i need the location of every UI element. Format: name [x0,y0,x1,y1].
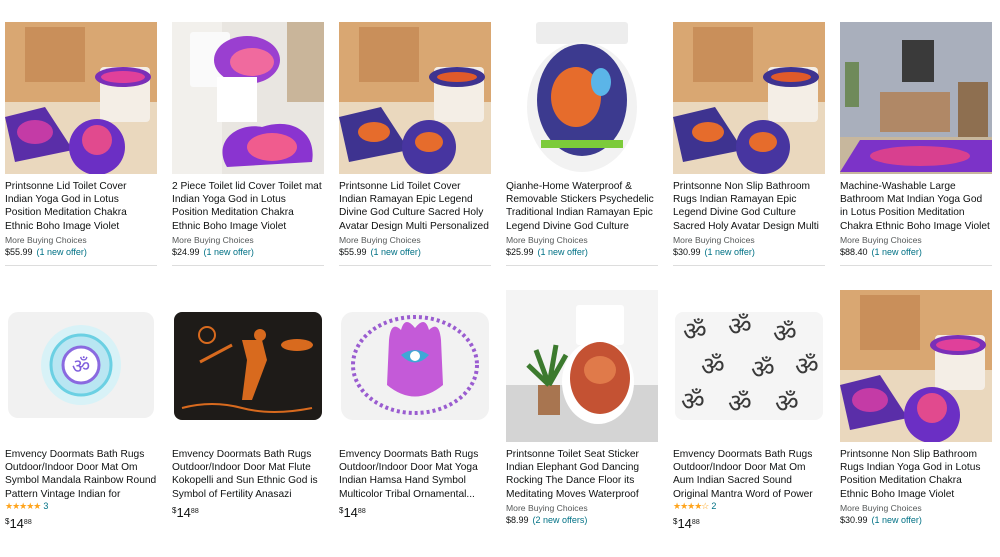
svg-text:ॐ: ॐ [773,319,797,349]
svg-text:ॐ: ॐ [775,389,799,419]
price-line: $30.99 (1 new offer) [840,515,992,525]
product-card[interactable]: Emvency Doormats Bath Rugs Outdoor/Indoo… [339,290,491,520]
rating-stars[interactable]: ★★★★☆ 2 [673,501,825,512]
price-line: $55.99 (1 new offer) [339,247,491,257]
product-title[interactable]: Printsonne Non Slip Bathroom Rugs Indian… [840,448,992,501]
more-buying-choices-label: More Buying Choices [172,235,254,245]
price: $25.99 [506,247,534,257]
price-line: $88.40 (1 new offer) [840,247,992,257]
divider [339,265,491,266]
offer-link[interactable]: (1 new offer) [872,515,922,525]
product-title[interactable]: Emvency Doormats Bath Rugs Outdoor/Indoo… [339,448,491,501]
product-card[interactable]: Printsonne Non Slip Bathroom Rugs Indian… [840,290,992,525]
svg-text:ॐ: ॐ [72,354,90,378]
kokopelli-mat-icon[interactable] [172,290,324,442]
price: $8.99 [506,515,529,525]
offer-link[interactable]: (1 new offer) [37,247,87,257]
more-buying-choices-label: More Buying Choices [840,235,922,245]
product-title[interactable]: Printsonne Non Slip Bathroom Rugs Indian… [673,180,825,233]
offer-link[interactable]: (1 new offer) [538,247,588,257]
product-card[interactable]: Printsonne Toilet Seat Sticker Indian El… [506,290,658,525]
svg-text:ॐ: ॐ [728,312,752,342]
product-card[interactable]: 2 Piece Toilet lid Cover Toilet mat Indi… [172,22,324,266]
svg-text:ॐ: ॐ [681,387,705,417]
rating-count[interactable]: 3 [43,501,48,511]
divider [673,265,825,266]
divider [5,265,157,266]
price-line: $8.99 (2 new offers) [506,515,658,525]
product-card[interactable]: Printsonne Non Slip Bathroom Rugs Indian… [673,22,825,266]
divider [840,265,992,266]
star-icon: ★★★★☆ [673,501,709,511]
star-icon: ★★★★★ [5,501,41,511]
offer-link[interactable]: (1 new offer) [872,247,922,257]
price-line: $30.99 (1 new offer) [673,247,825,257]
price: $1488 [5,516,32,531]
divider [172,265,324,266]
toilet-mat-set-icon[interactable] [172,22,324,174]
om-mandala-mat-icon[interactable]: ॐ [5,290,157,442]
price-line: $25.99 (1 new offer) [506,247,658,257]
divider [506,265,658,266]
om-pattern-mat-icon[interactable]: ॐ ॐ ॐ ॐ ॐ ॐ ॐ ॐ ॐ [673,290,825,442]
rating-stars[interactable]: ★★★★★ 3 [5,501,157,512]
svg-text:ॐ: ॐ [728,389,752,419]
price-line: $24.99 (1 new offer) [172,247,324,257]
offer-link[interactable]: (1 new offer) [705,247,755,257]
more-buying-choices-label: More Buying Choices [506,503,588,513]
svg-text:ॐ: ॐ [751,355,775,385]
bathroom-rug-set-yoga-icon[interactable] [840,290,992,442]
price: $24.99 [172,247,200,257]
product-title[interactable]: Printsonne Lid Toilet Cover Indian Ramay… [339,180,491,233]
room-rug-icon[interactable] [840,22,992,174]
product-title[interactable]: Emvency Doormats Bath Rugs Outdoor/Indoo… [172,448,324,501]
price: $30.99 [673,247,701,257]
rating-count[interactable]: 2 [711,501,716,511]
price: $30.99 [840,515,868,525]
product-card[interactable]: Machine-Washable Large Bathroom Mat Indi… [840,22,992,266]
product-card[interactable]: Qianhe-Home Waterproof & Removable Stick… [506,22,658,266]
product-title[interactable]: Qianhe-Home Waterproof & Removable Stick… [506,180,658,233]
price: $1488 [673,516,700,531]
product-card[interactable]: Emvency Doormats Bath Rugs Outdoor/Indoo… [172,290,324,520]
bathroom-rug-set-yoga-icon[interactable] [5,22,157,174]
more-buying-choices-label: More Buying Choices [673,235,755,245]
product-card[interactable]: Printsonne Lid Toilet Cover Indian Ramay… [339,22,491,266]
price: $88.40 [840,247,868,257]
svg-text:ॐ: ॐ [683,317,707,347]
product-card[interactable]: ॐ ॐ ॐ ॐ ॐ ॐ ॐ ॐ ॐ Emvency Doormats Bath … [673,290,825,531]
bathroom-rug-set-ramayan-icon[interactable] [673,22,825,174]
price: $55.99 [5,247,33,257]
product-title[interactable]: Machine-Washable Large Bathroom Mat Indi… [840,180,992,233]
product-title[interactable]: 2 Piece Toilet lid Cover Toilet mat Indi… [172,180,324,233]
offer-link[interactable]: (1 new offer) [204,247,254,257]
product-title[interactable]: Printsonne Lid Toilet Cover Indian Yoga … [5,180,157,233]
product-title[interactable]: Emvency Doormats Bath Rugs Outdoor/Indoo… [5,448,157,501]
more-buying-choices-label: More Buying Choices [840,503,922,513]
more-buying-choices-label: More Buying Choices [506,235,588,245]
more-buying-choices-label: More Buying Choices [339,235,421,245]
toilet-sticker-icon[interactable] [506,22,658,174]
price: $1488 [172,505,199,520]
price-line: $55.99 (1 new offer) [5,247,157,257]
offer-link[interactable]: (2 new offers) [533,515,588,525]
product-card[interactable]: Printsonne Lid Toilet Cover Indian Yoga … [5,22,157,266]
toilet-seat-sticker-icon[interactable] [506,290,658,442]
product-title[interactable]: Emvency Doormats Bath Rugs Outdoor/Indoo… [673,448,825,501]
svg-text:ॐ: ॐ [795,352,819,382]
hamsa-mat-icon[interactable] [339,290,491,442]
offer-link[interactable]: (1 new offer) [371,247,421,257]
product-title[interactable]: Printsonne Toilet Seat Sticker Indian El… [506,448,658,501]
more-buying-choices-label: More Buying Choices [5,235,87,245]
price: $55.99 [339,247,367,257]
svg-text:ॐ: ॐ [701,352,725,382]
price: $1488 [339,505,366,520]
bathroom-rug-set-ramayan-icon[interactable] [339,22,491,174]
product-card[interactable]: ॐ Emvency Doormats Bath Rugs Outdoor/Ind… [5,290,157,531]
